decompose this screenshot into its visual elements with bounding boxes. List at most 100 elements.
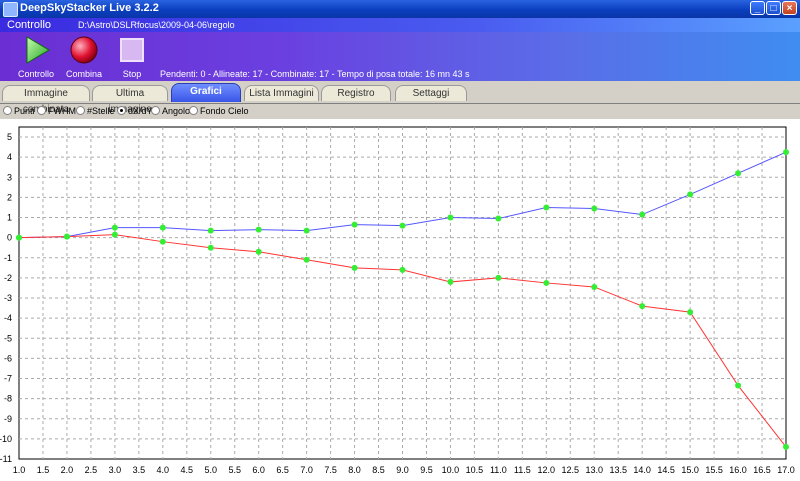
y-tick-label: -11: [0, 454, 12, 464]
x-tick-label: 13.0: [585, 465, 603, 475]
folder-path: D:\Astro\DSLRfocus\2009-04-06\regolo: [78, 20, 235, 30]
data-point: [111, 231, 118, 238]
data-point: [735, 170, 742, 177]
radio-dot: [151, 106, 160, 115]
x-tick-label: 3.0: [109, 465, 122, 475]
y-tick-label: 4: [7, 152, 12, 162]
data-point: [351, 221, 358, 228]
y-tick-label: -1: [4, 253, 12, 263]
x-tick-label: 10.5: [466, 465, 484, 475]
data-point: [591, 283, 598, 290]
data-point: [16, 234, 22, 241]
x-tick-label: 12.0: [538, 465, 556, 475]
x-tick-label: 8.5: [372, 465, 385, 475]
x-tick-label: 7.0: [300, 465, 313, 475]
x-tick-label: 4.0: [157, 465, 170, 475]
x-tick-label: 11.5: [514, 465, 531, 475]
x-tick-label: 14.0: [633, 465, 651, 475]
radio-dot: [76, 106, 85, 115]
data-point: [447, 214, 454, 221]
radio-label: dX/dY: [128, 106, 153, 116]
x-tick-label: 3.5: [133, 465, 146, 475]
y-tick-label: -6: [4, 353, 12, 363]
y-tick-label: -8: [4, 394, 12, 404]
x-tick-label: 5.0: [204, 465, 217, 475]
data-point: [399, 222, 406, 229]
x-tick-label: 2.0: [61, 465, 74, 475]
tab-grafici[interactable]: Grafici: [171, 83, 241, 102]
data-point: [735, 382, 742, 389]
x-tick-label: 6.0: [252, 465, 265, 475]
tab-lista-immagini[interactable]: Lista Immagini: [244, 85, 319, 101]
close-button[interactable]: ×: [782, 1, 797, 15]
tab-immagine-combinata[interactable]: Immagine combinata: [2, 85, 90, 115]
stop-button[interactable]: Stop: [104, 35, 160, 79]
x-tick-label: 2.5: [85, 465, 98, 475]
x-tick-label: 9.5: [420, 465, 433, 475]
x-tick-label: 8.0: [348, 465, 361, 475]
y-tick-label: 5: [7, 132, 12, 142]
y-tick-label: -2: [4, 273, 12, 283]
y-tick-label: 0: [7, 233, 12, 243]
x-tick-label: 15.5: [705, 465, 723, 475]
data-point: [255, 248, 262, 255]
x-tick-label: 17.0: [777, 465, 795, 475]
data-point: [783, 443, 789, 450]
data-point: [207, 227, 214, 234]
maximize-button[interactable]: □: [766, 1, 781, 15]
x-tick-label: 4.5: [181, 465, 194, 475]
x-tick-label: 12.5: [562, 465, 580, 475]
x-tick-label: 11.0: [490, 465, 507, 475]
data-point: [543, 279, 550, 286]
stacking-status: Pendenti: 0 - Allineate: 17 - Combinate:…: [160, 69, 470, 79]
data-point: [687, 191, 694, 198]
radio-label: Angolo: [162, 106, 191, 116]
control-header: Controllo D:\Astro\DSLRfocus\2009-04-06\…: [0, 18, 800, 32]
data-point: [303, 256, 310, 263]
tab-registro[interactable]: Registro: [321, 85, 391, 101]
radio-dot: [189, 106, 198, 115]
data-point: [783, 149, 789, 156]
radio-label: FWHM: [48, 106, 76, 116]
minimize-button[interactable]: _: [750, 1, 765, 15]
data-point: [63, 233, 70, 240]
y-tick-label: -10: [0, 434, 12, 444]
y-tick-label: 2: [7, 192, 12, 202]
data-point: [495, 274, 502, 281]
data-point: [591, 205, 598, 212]
data-point: [255, 226, 262, 233]
dxdy-chart: 1.0 1.5 2.0 2.5 3.0 3.5 4.0 4.5 5.0 5.5 6.0 6.5 7.0 7…: [0, 126, 795, 475]
data-point: [447, 278, 454, 285]
x-tick-label: 5.5: [228, 465, 241, 475]
data-point: [207, 244, 214, 251]
radio-label: Punti: [14, 106, 35, 116]
data-point: [639, 303, 646, 310]
tab-settaggi[interactable]: Settaggi: [395, 85, 467, 101]
control-header-label: Controllo: [7, 19, 52, 31]
data-point: [159, 238, 166, 245]
y-tick-label: -9: [4, 414, 12, 424]
x-tick-label: 16.0: [729, 465, 747, 475]
x-tick-label: 13.5: [609, 465, 627, 475]
y-tick-label: -4: [4, 313, 12, 323]
tab-ultima-immagine[interactable]: Ultima immagine: [92, 85, 168, 115]
data-point: [495, 215, 502, 222]
data-point: [303, 227, 310, 234]
y-tick-label: -7: [4, 374, 12, 384]
x-tick-label: 6.5: [276, 465, 289, 475]
data-point: [687, 309, 694, 316]
graph-options: Punti FWHM #Stelle dX/dY Angolo Fondo Ci…: [0, 104, 800, 118]
stop-label: Stop: [122, 69, 142, 79]
x-tick-label: 1.5: [37, 465, 50, 475]
title-bar: DeepSkyStacker Live 3.2.2 _ □ ×: [0, 0, 800, 18]
data-point: [399, 266, 406, 273]
x-tick-label: 10.0: [442, 465, 460, 475]
x-tick-label: 1.0: [13, 465, 26, 475]
app-icon: [3, 2, 18, 17]
data-point: [639, 211, 646, 218]
y-tick-label: 3: [7, 172, 12, 182]
radio-label: Fondo Cielo: [200, 106, 249, 116]
record-icon: [70, 36, 98, 64]
x-tick-label: 7.5: [324, 465, 337, 475]
y-tick-label: -5: [4, 333, 12, 343]
